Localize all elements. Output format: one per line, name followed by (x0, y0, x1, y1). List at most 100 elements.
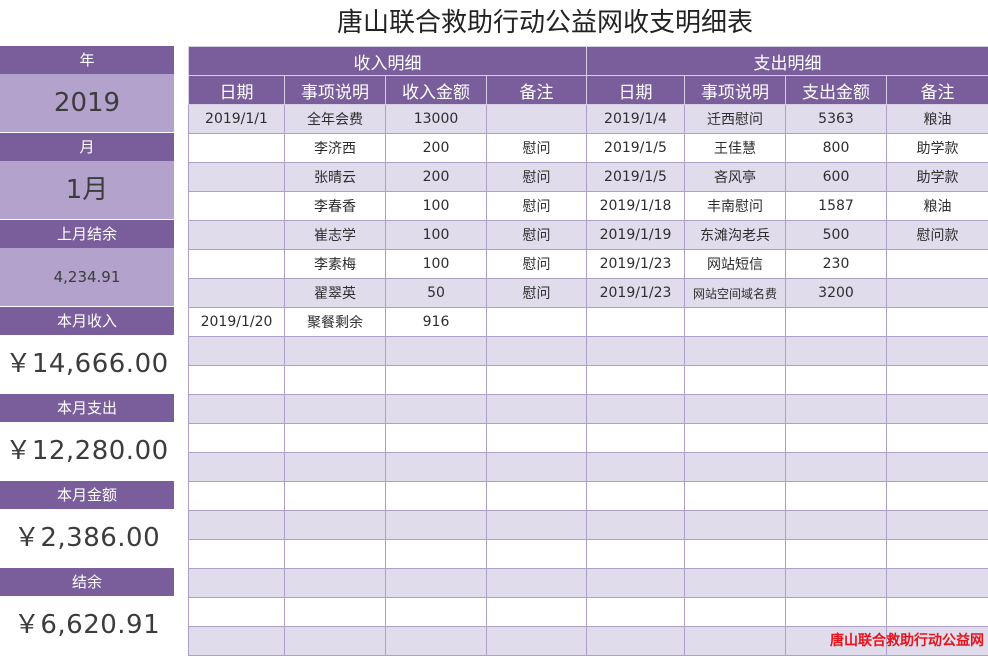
expense-date-cell[interactable]: 2019/1/5 (587, 163, 685, 192)
income-date-cell[interactable] (189, 511, 285, 540)
expense-date-cell[interactable] (587, 540, 685, 569)
expense-date-cell[interactable]: 2019/1/23 (587, 250, 685, 279)
income-amount-cell[interactable] (386, 395, 487, 424)
expense-date-cell[interactable]: 2019/1/5 (587, 134, 685, 163)
expense-item-cell[interactable]: 迁西慰问 (685, 105, 786, 134)
income-date-cell[interactable] (189, 366, 285, 395)
expense-note-cell[interactable]: 粮油 (887, 192, 988, 221)
income-note-cell[interactable] (487, 395, 587, 424)
income-item-cell[interactable] (285, 511, 386, 540)
expense-note-cell[interactable] (887, 540, 988, 569)
income-item-cell[interactable] (285, 627, 386, 656)
net-amount-value[interactable]: ￥2,386.00 (0, 509, 174, 567)
income-note-cell[interactable] (487, 540, 587, 569)
income-date-cell[interactable] (189, 250, 285, 279)
expense-item-cell[interactable] (685, 424, 786, 453)
expense-note-cell[interactable]: 助学款 (887, 134, 988, 163)
expense-note-cell[interactable] (887, 511, 988, 540)
income-note-cell[interactable] (487, 569, 587, 598)
income-note-cell[interactable]: 慰问 (487, 134, 587, 163)
income-item-cell[interactable]: 翟翠英 (285, 279, 386, 308)
expense-date-cell[interactable]: 2019/1/4 (587, 105, 685, 134)
income-date-cell[interactable] (189, 540, 285, 569)
expense-amount-cell[interactable] (786, 337, 887, 366)
income-item-cell[interactable] (285, 337, 386, 366)
expense-date-cell[interactable] (587, 366, 685, 395)
income-item-cell[interactable] (285, 598, 386, 627)
expense-item-cell[interactable] (685, 308, 786, 337)
income-note-cell[interactable]: 慰问 (487, 192, 587, 221)
expense-note-cell[interactable] (887, 424, 988, 453)
expense-item-cell[interactable] (685, 627, 786, 656)
expense-item-cell[interactable] (685, 569, 786, 598)
expense-amount-cell[interactable] (786, 395, 887, 424)
income-date-cell[interactable] (189, 134, 285, 163)
expense-amount-cell[interactable] (786, 366, 887, 395)
income-item-cell[interactable]: 李春香 (285, 192, 386, 221)
income-note-cell[interactable]: 慰问 (487, 163, 587, 192)
income-item-cell[interactable] (285, 395, 386, 424)
expense-date-cell[interactable] (587, 598, 685, 627)
income-item-cell[interactable] (285, 424, 386, 453)
expense-amount-cell[interactable]: 5363 (786, 105, 887, 134)
income-note-cell[interactable] (487, 366, 587, 395)
income-item-cell[interactable] (285, 366, 386, 395)
income-date-cell[interactable] (189, 337, 285, 366)
income-amount-cell[interactable]: 100 (386, 192, 487, 221)
expense-item-cell[interactable]: 网站短信 (685, 250, 786, 279)
expense-amount-cell[interactable] (786, 540, 887, 569)
expense-amount-cell[interactable]: 500 (786, 221, 887, 250)
last-balance-value[interactable]: 4,234.91 (0, 248, 174, 306)
expense-date-cell[interactable]: 2019/1/19 (587, 221, 685, 250)
expense-date-cell[interactable] (587, 424, 685, 453)
income-amount-cell[interactable] (386, 424, 487, 453)
expense-item-cell[interactable] (685, 598, 786, 627)
expense-item-cell[interactable] (685, 337, 786, 366)
income-note-cell[interactable] (487, 598, 587, 627)
expense-item-cell[interactable]: 王佳慧 (685, 134, 786, 163)
income-note-cell[interactable] (487, 453, 587, 482)
income-amount-cell[interactable] (386, 366, 487, 395)
income-date-cell[interactable]: 2019/1/20 (189, 308, 285, 337)
expense-note-cell[interactable]: 粮油 (887, 105, 988, 134)
income-amount-cell[interactable] (386, 540, 487, 569)
month-value[interactable]: 1月 (0, 161, 174, 219)
expense-date-cell[interactable] (587, 627, 685, 656)
expense-item-cell[interactable] (685, 511, 786, 540)
year-value[interactable]: 2019 (0, 74, 174, 132)
income-amount-cell[interactable]: 916 (386, 308, 487, 337)
income-date-cell[interactable] (189, 453, 285, 482)
income-date-cell[interactable] (189, 163, 285, 192)
income-item-cell[interactable]: 崔志学 (285, 221, 386, 250)
income-note-cell[interactable]: 慰问 (487, 250, 587, 279)
expense-amount-cell[interactable] (786, 453, 887, 482)
income-note-cell[interactable] (487, 337, 587, 366)
expense-note-cell[interactable]: 慰问款 (887, 221, 988, 250)
expense-date-cell[interactable] (587, 453, 685, 482)
expense-item-cell[interactable] (685, 395, 786, 424)
income-amount-cell[interactable] (386, 337, 487, 366)
expense-amount-cell[interactable] (786, 511, 887, 540)
expense-amount-cell[interactable] (786, 598, 887, 627)
expense-date-cell[interactable] (587, 308, 685, 337)
income-note-cell[interactable] (487, 482, 587, 511)
expense-note-cell[interactable]: 助学款 (887, 163, 988, 192)
income-amount-cell[interactable]: 100 (386, 250, 487, 279)
income-date-cell[interactable] (189, 279, 285, 308)
income-note-cell[interactable] (487, 105, 587, 134)
income-item-cell[interactable]: 李济西 (285, 134, 386, 163)
expense-item-cell[interactable]: 吝风亭 (685, 163, 786, 192)
expense-note-cell[interactable] (887, 308, 988, 337)
expense-item-cell[interactable] (685, 453, 786, 482)
income-note-cell[interactable]: 慰问 (487, 279, 587, 308)
expense-note-cell[interactable] (887, 366, 988, 395)
income-date-cell[interactable] (189, 424, 285, 453)
income-total-value[interactable]: ￥14,666.00 (0, 335, 174, 393)
expense-date-cell[interactable]: 2019/1/23 (587, 279, 685, 308)
expense-date-cell[interactable] (587, 482, 685, 511)
income-amount-cell[interactable]: 100 (386, 221, 487, 250)
income-amount-cell[interactable] (386, 453, 487, 482)
income-amount-cell[interactable]: 200 (386, 163, 487, 192)
income-date-cell[interactable] (189, 221, 285, 250)
expense-amount-cell[interactable]: 600 (786, 163, 887, 192)
